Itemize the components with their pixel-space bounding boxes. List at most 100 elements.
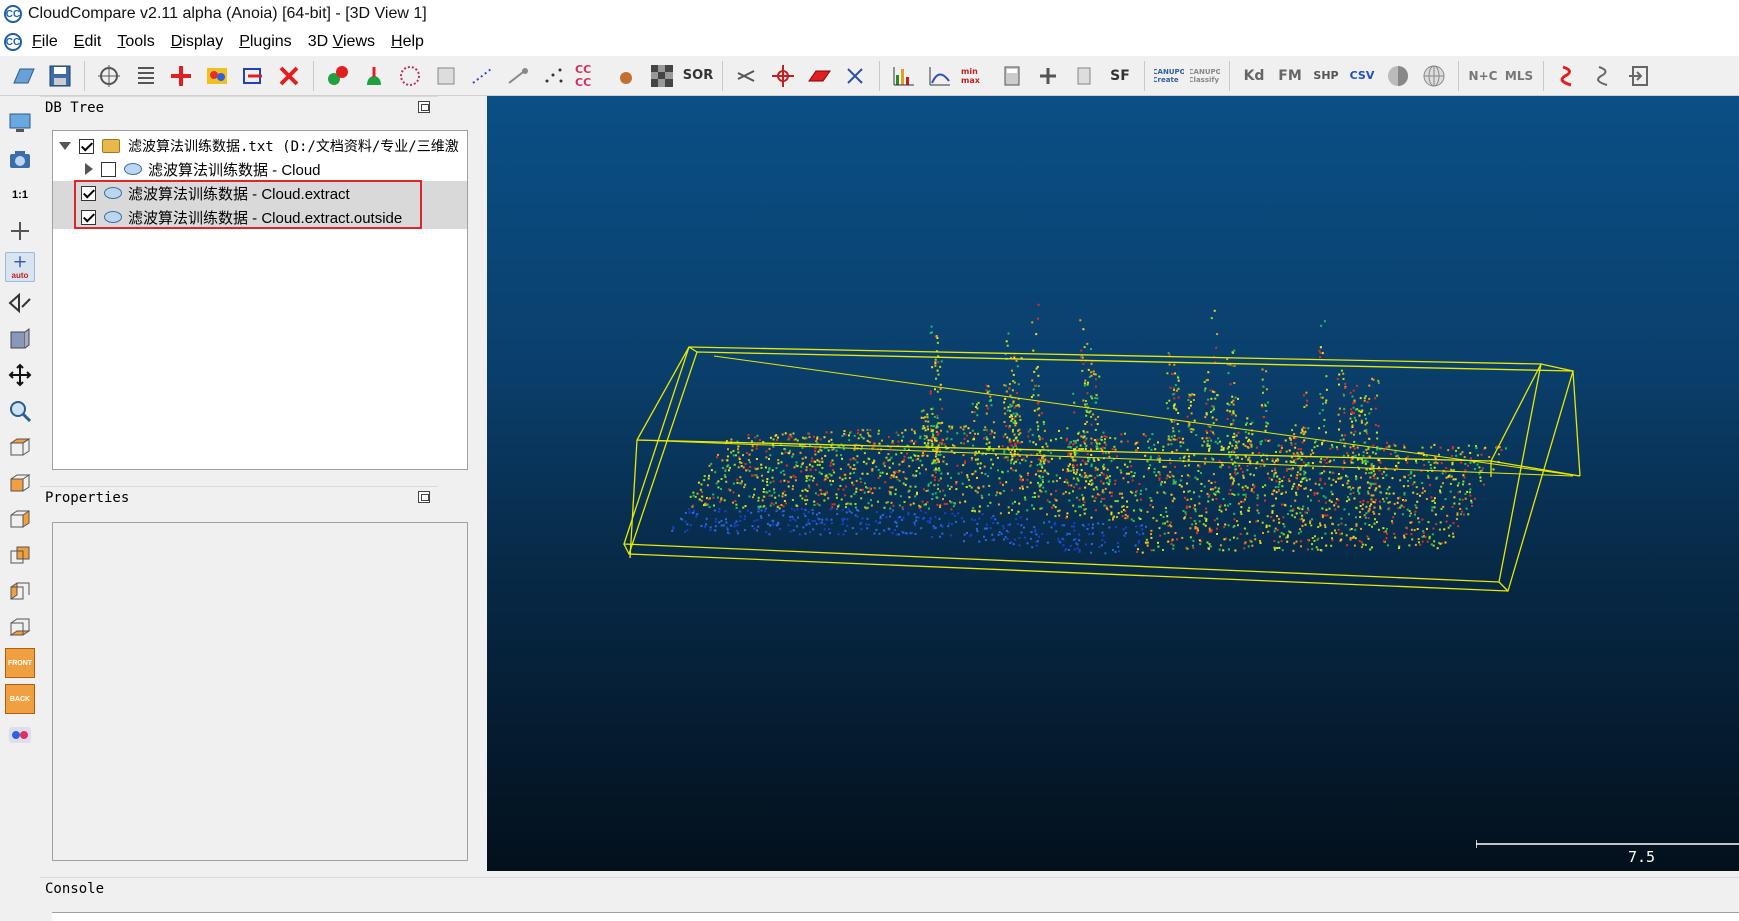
toolbar-separator [879, 60, 880, 91]
plus-icon[interactable] [1033, 61, 1063, 91]
sphere-points-icon[interactable] [395, 61, 425, 91]
point-cloud-scene[interactable] [487, 96, 1739, 871]
visibility-checkbox[interactable] [79, 138, 94, 154]
back-iso-view-button[interactable]: BACK [5, 684, 35, 714]
pan-icon[interactable] [5, 360, 35, 390]
back-view-icon[interactable] [5, 540, 35, 570]
rotate-view-icon[interactable] [5, 288, 35, 318]
normals-icon[interactable] [359, 61, 389, 91]
menu-display[interactable]: Display [163, 33, 231, 51]
cloud-cloud-distance-icon[interactable]: CC CC [575, 61, 605, 91]
scale-bar [1476, 840, 1739, 848]
3d-view[interactable] [487, 96, 1739, 871]
canupo-create-icon[interactable]: CANUPO Create [1154, 61, 1184, 91]
expand-icon[interactable] [85, 163, 93, 175]
open-icon[interactable] [9, 61, 39, 91]
histogram-icon[interactable] [889, 61, 919, 91]
zoom-one-to-one-button[interactable]: 1:1 [5, 180, 35, 210]
perspective-icon[interactable] [5, 324, 35, 354]
menu-3d-views[interactable]: 3D Views [300, 33, 383, 51]
front-view-icon[interactable] [5, 468, 35, 498]
scalar-field-icon[interactable]: SF [1105, 61, 1135, 91]
sor-filter-icon[interactable]: SOR [683, 61, 713, 91]
cross-section-icon[interactable] [804, 61, 834, 91]
title-bar: CC CloudCompare v2.11 alpha (Anoia) [64-… [0, 0, 1739, 28]
front-iso-view-button[interactable]: FRONT [5, 648, 35, 678]
import-icon[interactable] [1625, 61, 1655, 91]
register-icon[interactable] [503, 61, 533, 91]
clipboard-icon[interactable] [1069, 61, 1099, 91]
menu-help[interactable]: Help [383, 33, 432, 51]
menu-file[interactable]: File [24, 33, 66, 51]
tree-item-label: 滤波算法训练数据 - Cloud [148, 161, 321, 179]
view-toolbar: 1:1 auto FRONT BACK [0, 96, 40, 876]
section-icon[interactable] [1553, 61, 1583, 91]
save-icon[interactable] [45, 61, 75, 91]
checker-icon[interactable] [647, 61, 677, 91]
menu-plugins[interactable]: Plugins [231, 33, 299, 51]
float-panel-icon[interactable] [418, 491, 430, 503]
align-icon[interactable] [840, 61, 870, 91]
app-menu-icon[interactable]: CC [4, 33, 22, 51]
window-title: CloudCompare v2.11 alpha (Anoia) [64-bit… [28, 5, 427, 22]
float-panel-icon[interactable] [418, 101, 430, 113]
camera-icon[interactable] [5, 144, 35, 174]
bounding-box [623, 346, 1581, 592]
toolbar-separator [722, 60, 723, 91]
console-header: Console [40, 877, 1739, 899]
tree-item-cloud[interactable]: 滤波算法训练数据 - Cloud [53, 157, 467, 181]
sphere-icon[interactable] [1383, 61, 1413, 91]
point-picking-icon[interactable] [94, 61, 124, 91]
mls-smooth-icon[interactable]: MLS [1504, 61, 1534, 91]
bottom-view-icon[interactable] [5, 612, 35, 642]
visibility-checkbox[interactable] [101, 161, 116, 177]
delete-icon[interactable] [274, 61, 304, 91]
scale-label: 7.5 [1628, 848, 1656, 866]
profile-icon[interactable] [1589, 61, 1619, 91]
toolbar-separator [1229, 60, 1230, 91]
toolbar-separator [84, 60, 85, 91]
globe-icon[interactable] [1419, 61, 1449, 91]
list-icon[interactable] [130, 61, 160, 91]
auto-pivot-button[interactable]: auto [5, 252, 35, 282]
toolbar-separator [1144, 60, 1145, 91]
properties-header: Properties [40, 486, 438, 508]
menu-bar: CC File Edit Tools Display Plugins 3D Vi… [0, 28, 1739, 56]
segment-icon[interactable] [238, 61, 268, 91]
add-points-icon[interactable] [166, 61, 196, 91]
sample-points-icon[interactable] [467, 61, 497, 91]
menu-edit[interactable]: Edit [66, 33, 110, 51]
top-view-icon[interactable] [5, 432, 35, 462]
stereo-icon[interactable] [5, 720, 35, 750]
crosshair-icon[interactable] [5, 216, 35, 246]
tree-item-root[interactable]: 滤波算法训练数据.txt (D:/文档资料/专业/三维激 [53, 134, 467, 158]
facet-map-icon[interactable]: FM [1275, 61, 1305, 91]
statistics-icon[interactable] [925, 61, 955, 91]
collapse-icon[interactable] [59, 142, 71, 150]
menu-tools[interactable]: Tools [109, 33, 162, 51]
zoom-icon[interactable] [5, 396, 35, 426]
translate-rotate-icon[interactable] [768, 61, 798, 91]
scissors-icon[interactable] [732, 61, 762, 91]
canupo-classify-icon[interactable]: CANUPO Classify [1190, 61, 1220, 91]
db-tree-title: DB Tree [45, 99, 105, 116]
subsample-icon[interactable] [539, 61, 569, 91]
csv-export-icon[interactable]: CSV [1347, 61, 1377, 91]
acorn-icon[interactable] [611, 61, 641, 91]
normals-curvature-icon[interactable]: N+C [1468, 61, 1498, 91]
left-view-icon[interactable] [5, 504, 35, 534]
console-panel [52, 912, 1739, 921]
colorize-icon[interactable] [202, 61, 232, 91]
main-toolbar: CC CC SOR min max SF CANUPO Create CANUP… [0, 56, 1739, 96]
merge-icon[interactable] [323, 61, 353, 91]
shp-export-icon[interactable]: SHP [1311, 61, 1341, 91]
tree-item-label: 滤波算法训练数据.txt (D:/文档资料/专业/三维激 [128, 139, 459, 155]
kd-tree-icon[interactable]: Kd [1239, 61, 1269, 91]
fullscreen-icon[interactable] [5, 108, 35, 138]
calculator-icon[interactable] [997, 61, 1027, 91]
min-max-icon[interactable]: min max [961, 61, 991, 91]
mesh-icon[interactable] [431, 61, 461, 91]
toolbar-separator [1543, 60, 1544, 91]
right-view-icon[interactable] [5, 576, 35, 606]
auto-pivot-label: auto [11, 270, 29, 280]
